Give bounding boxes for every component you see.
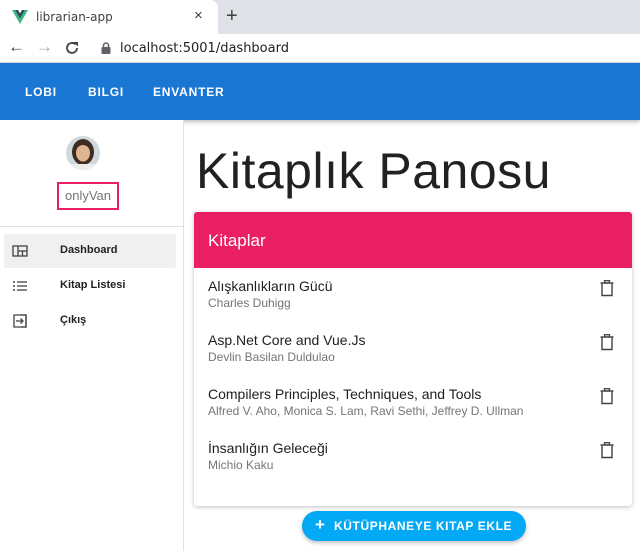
app-bar: LOBI BILGI ENVANTER xyxy=(0,63,640,120)
new-tab-icon[interactable]: + xyxy=(226,6,238,26)
drawer-item-label: Kitap Listesi xyxy=(60,279,126,291)
nav-lobi-button[interactable]: LOBI xyxy=(25,85,57,99)
nav-bilgi-button[interactable]: BILGI xyxy=(88,85,124,99)
book-title: Asp.Net Core and Vue.Js xyxy=(208,332,366,348)
lock-icon xyxy=(101,42,111,54)
dashboard-icon xyxy=(12,245,28,257)
trash-icon[interactable] xyxy=(600,334,614,351)
drawer-item-dashboard[interactable]: Dashboard xyxy=(4,234,176,268)
browser-toolbar: ← → localhost:5001/dashboard xyxy=(0,34,640,63)
drawer-divider xyxy=(0,226,184,227)
card-header: Kitaplar xyxy=(194,212,632,268)
drawer-item-cikis[interactable]: Çıkış xyxy=(4,304,176,338)
list-item: Asp.Net Core and Vue.Js Devlin Basilan D… xyxy=(194,332,632,378)
page-title: Kitaplık Panosu xyxy=(196,143,551,199)
list-item: Compilers Principles, Techniques, and To… xyxy=(194,386,632,432)
book-title: Alışkanlıkların Gücü xyxy=(208,278,333,294)
plus-icon: + xyxy=(315,515,325,534)
avatar xyxy=(66,136,100,170)
drawer-item-label: Çıkış xyxy=(60,314,87,326)
logout-icon xyxy=(13,314,27,328)
trash-icon[interactable] xyxy=(600,280,614,297)
vue-logo-icon xyxy=(12,10,28,24)
list-item: İnsanlığın Geleceği Michio Kaku xyxy=(194,440,632,486)
book-title: İnsanlığın Geleceği xyxy=(208,440,328,456)
drawer-item-kitap-listesi[interactable]: Kitap Listesi xyxy=(4,269,176,303)
books-card: Kitaplar Alışkanlıkların Gücü Charles Du… xyxy=(194,212,632,506)
nav-envanter-button[interactable]: ENVANTER xyxy=(153,85,225,99)
book-title: Compilers Principles, Techniques, and To… xyxy=(208,386,482,402)
book-author: Alfred V. Aho, Monica S. Lam, Ravi Sethi… xyxy=(208,404,524,418)
list-item: Alışkanlıkların Gücü Charles Duhigg xyxy=(194,278,632,324)
list-icon xyxy=(13,281,27,291)
trash-icon[interactable] xyxy=(600,442,614,459)
forward-arrow-icon[interactable]: → xyxy=(36,37,53,57)
url-text: localhost:5001/dashboard xyxy=(120,41,289,56)
username-label: onlyVan xyxy=(57,182,119,210)
navigation-drawer: onlyVan Dashboard Kitap Listesi Çıkış xyxy=(0,120,184,551)
book-author: Charles Duhigg xyxy=(208,296,291,310)
trash-icon[interactable] xyxy=(600,388,614,405)
add-book-button-label: KÜTÜPHANEYE KITAP EKLE xyxy=(334,519,513,533)
add-book-button[interactable]: + KÜTÜPHANEYE KITAP EKLE xyxy=(302,511,526,541)
book-author: Michio Kaku xyxy=(208,458,274,472)
tab-close-icon[interactable]: × xyxy=(194,8,203,24)
book-author: Devlin Basilan Duldulao xyxy=(208,350,335,364)
tab-title: librarian-app xyxy=(36,10,113,24)
back-arrow-icon[interactable]: ← xyxy=(8,37,25,57)
card-title: Kitaplar xyxy=(208,231,266,250)
browser-tab[interactable]: librarian-app × xyxy=(0,0,218,34)
address-bar[interactable]: localhost:5001/dashboard xyxy=(92,36,640,60)
reload-icon[interactable] xyxy=(64,40,80,56)
browser-tab-strip: librarian-app × + xyxy=(0,0,640,34)
drawer-item-label: Dashboard xyxy=(60,244,118,256)
